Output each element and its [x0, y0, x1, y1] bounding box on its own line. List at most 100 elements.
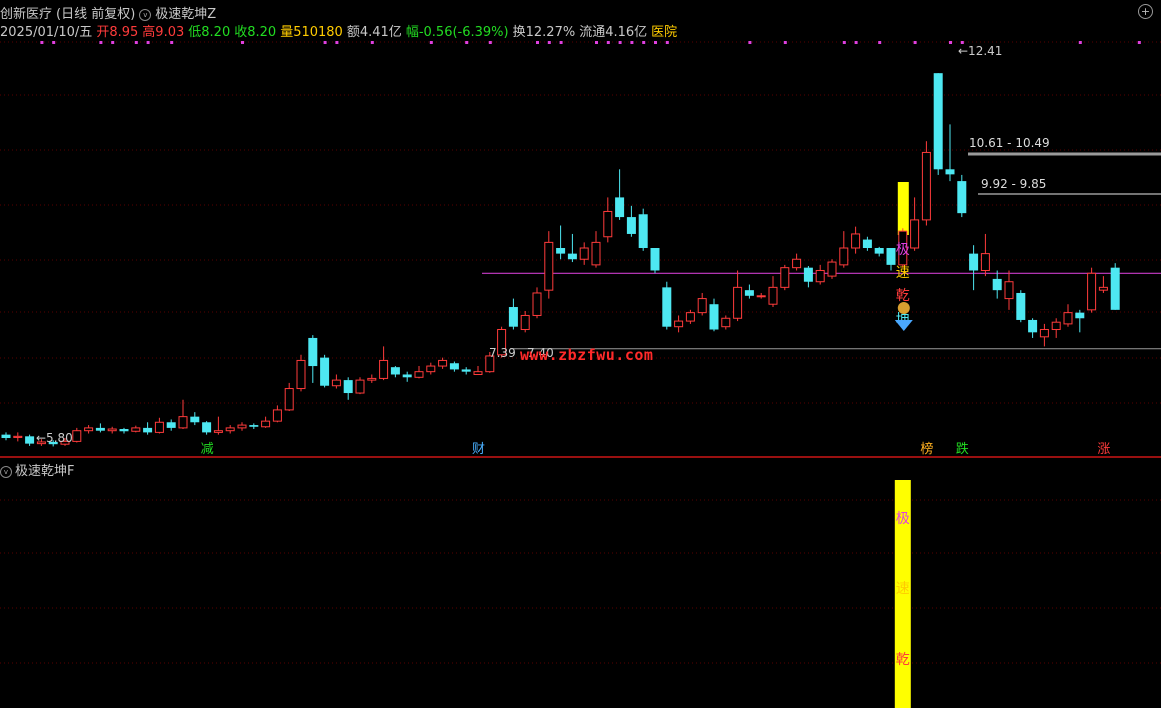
candle-body [520, 314, 530, 331]
indicator-chart[interactable]: 极速乾 [0, 458, 1161, 708]
bottom-signal-label: 涨 [1097, 442, 1110, 457]
bottom-signal-label: 榜 [920, 441, 933, 457]
candle-body [556, 248, 566, 254]
signal-dot [665, 41, 669, 44]
signal-dot [748, 41, 752, 44]
candle-body [792, 258, 802, 269]
signal-dot [854, 41, 858, 44]
candle-body [1051, 321, 1061, 331]
candle-body [166, 422, 176, 428]
candle-body [438, 359, 448, 367]
signal-char: 速 [896, 265, 910, 281]
candle-body [449, 363, 459, 370]
signal-dot [913, 41, 917, 44]
candle-body [544, 241, 554, 291]
candle-body [768, 286, 778, 305]
candle-body [532, 292, 542, 316]
high-annotation: ←12.41 [958, 44, 1002, 58]
candle-body [473, 371, 483, 375]
signal-dot [949, 41, 952, 44]
candle-body [1063, 312, 1073, 325]
candle-body [225, 427, 235, 432]
candle-body [1075, 312, 1085, 319]
bottom-signal-label: 财 [472, 442, 485, 457]
candle-body [674, 320, 684, 328]
signal-dot [488, 41, 492, 44]
candle-body [508, 307, 518, 327]
candle-body [261, 420, 271, 428]
bottom-signal-label: 减 [201, 442, 214, 457]
candle-body [803, 267, 813, 282]
candle-body [1039, 329, 1049, 338]
bottom-signal-label: 跌 [956, 441, 969, 457]
candle-body [1016, 292, 1026, 320]
signal-dot [335, 41, 339, 44]
candle-body [426, 365, 436, 373]
candle-body [851, 233, 861, 249]
candle-body [603, 210, 613, 238]
signal-dot [40, 41, 44, 44]
signal-dot [547, 41, 551, 44]
candle-body [933, 73, 943, 170]
candle-body [272, 409, 282, 422]
candle-body [910, 219, 920, 249]
candle-body [95, 427, 105, 431]
watermark: www.zbzfwu.com [520, 346, 654, 364]
signal-dot [536, 41, 539, 44]
candle-body [1087, 272, 1097, 311]
sub-signal-char: 乾 [896, 652, 910, 668]
candle-body [390, 367, 400, 375]
sub-signal-char: 速 [896, 581, 910, 597]
candle-body [331, 379, 341, 387]
candle-body [685, 312, 695, 322]
candle-body [131, 427, 141, 432]
candle-body [591, 241, 601, 266]
low-annotation: ←5.80 [36, 431, 73, 445]
candle-body [1004, 281, 1014, 300]
candle-body [697, 298, 707, 314]
signal-dot [606, 41, 610, 44]
candle-body [367, 377, 377, 381]
signal-dot [465, 41, 469, 44]
signal-dot [595, 41, 598, 44]
candle-body [154, 421, 164, 433]
candle-body [1110, 267, 1120, 310]
candle-body [190, 416, 200, 423]
signal-dot [146, 41, 150, 44]
candle-body [827, 261, 837, 277]
candle-body [567, 253, 577, 260]
signal-dot [783, 41, 787, 44]
signal-dot [654, 41, 657, 44]
signal-char: 极 [896, 242, 910, 258]
candle-body [992, 278, 1002, 291]
money-bag-icon [897, 302, 910, 314]
gap-mid-label: 9.92 - 9.85 [981, 177, 1046, 191]
candle-body [402, 374, 412, 378]
signal-dot [878, 41, 882, 44]
candle-body [886, 248, 896, 265]
candle-body [1028, 319, 1038, 333]
candle-body [839, 247, 849, 266]
candle-body [662, 287, 672, 327]
signal-dot [1078, 41, 1082, 44]
signal-dot [559, 41, 563, 44]
signal-bar [897, 182, 909, 235]
candle-body [744, 290, 754, 296]
candle-body [202, 422, 212, 433]
candle-body [25, 436, 35, 444]
gap-high-label: 10.61 - 10.49 [969, 136, 1050, 150]
candle-body [638, 214, 648, 248]
candle-body [756, 295, 766, 298]
candle-body [343, 380, 353, 394]
sub-signal-char: 极 [896, 511, 910, 527]
candle-body [1098, 286, 1108, 291]
candle-body [308, 337, 318, 367]
candle-body [780, 267, 790, 288]
candle-body [862, 239, 872, 248]
signal-dot [618, 41, 622, 44]
candle-body [284, 388, 294, 411]
candle-body [84, 427, 94, 432]
price-chart[interactable]: ←5.80←12.4110.61 - 10.499.92 - 9.857.39 7… [0, 0, 1161, 458]
signal-dot [370, 41, 374, 44]
candle-body [615, 197, 625, 218]
